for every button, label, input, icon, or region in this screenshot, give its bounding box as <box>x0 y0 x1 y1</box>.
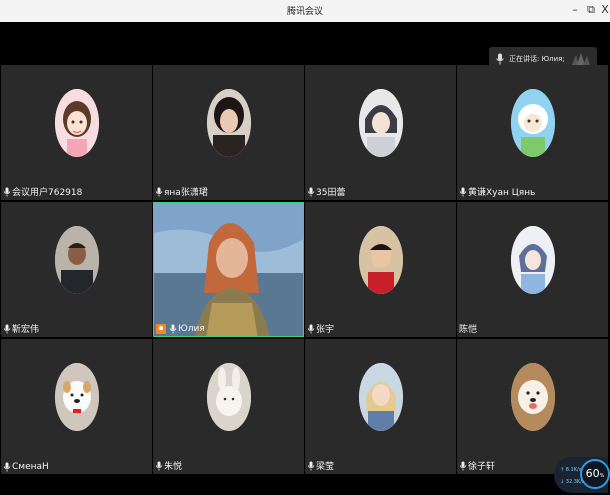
microphone-icon <box>155 461 163 470</box>
close-button[interactable]: X <box>598 3 610 17</box>
participant-grid: 会议用户762918 яна张潇珺 35田蕾 黄谦Хуан Цянь 靳宏伟 Ю… <box>1 65 609 474</box>
participant-tile[interactable]: 会议用户762918 <box>1 65 152 200</box>
minimize-button[interactable]: – <box>568 3 582 17</box>
network-percent: 60 <box>585 467 600 480</box>
participant-tile[interactable]: 靳宏伟 <box>1 202 152 337</box>
boy-photo-avatar <box>358 226 403 294</box>
participant-name: 朱悦 <box>164 462 183 472</box>
participant-name: СменаН <box>12 462 49 472</box>
participant-tile[interactable]: 35田蕾 <box>305 65 456 200</box>
participant-tile-active[interactable]: Юлия <box>153 202 304 337</box>
participant-tile[interactable]: 朱悦 <box>153 339 304 474</box>
participant-tile[interactable]: 张宇 <box>305 202 456 337</box>
microphone-icon <box>3 462 11 472</box>
participant-tile[interactable]: СменаН <box>1 339 152 474</box>
window-title: 腾讯会议 <box>286 7 323 17</box>
woman-photo-avatar <box>206 89 251 157</box>
participant-tile[interactable]: яна张潇珺 <box>153 65 304 200</box>
girl-photo-avatar <box>358 363 403 431</box>
participant-name-row: 梁莹 <box>307 459 334 472</box>
microphone-icon <box>459 461 467 470</box>
participant-name-row: 陈恺 <box>459 322 477 335</box>
network-gauge: 60% <box>580 459 610 489</box>
participant-name-row: 朱悦 <box>155 459 182 472</box>
participant-name: 35田蕾 <box>316 188 346 198</box>
participant-tile[interactable]: 陈恺 <box>457 202 608 337</box>
network-percent-unit: % <box>599 473 605 479</box>
participant-tile[interactable]: 徐子轩 <box>457 339 608 474</box>
network-status-widget[interactable]: ↑ 8.1K/s ↓ 32.3K/s 60% <box>554 457 610 493</box>
participant-name-row: 会议用户762918 <box>3 185 82 198</box>
speaking-text: 正在讲话: Юлия; <box>509 55 565 63</box>
anime-character-avatar <box>510 226 555 294</box>
samoyed-dog-avatar <box>510 363 555 431</box>
participant-name: 黄谦Хуан Цянь <box>468 188 536 198</box>
microphone-icon <box>3 187 11 196</box>
microphone-icon <box>459 187 467 196</box>
upload-speed: ↑ 8.1K/s <box>560 467 582 473</box>
participant-name: 陈恺 <box>459 325 478 335</box>
participant-name-row: 35田蕾 <box>307 185 345 198</box>
dog-plush-avatar <box>54 363 99 431</box>
microphone-icon <box>307 324 315 333</box>
anime-boy-avatar <box>358 89 403 157</box>
participant-name: 靳宏伟 <box>12 325 40 335</box>
cartoon-girl-avatar <box>54 89 99 157</box>
participant-name: 徐子轩 <box>468 462 496 472</box>
microphone-icon <box>3 324 11 333</box>
maximize-button[interactable]: ⧉ <box>584 3 598 17</box>
microphone-icon <box>307 461 315 470</box>
participant-name-row: 张宇 <box>307 322 334 335</box>
participant-name-row: 靳宏伟 <box>3 322 39 335</box>
audio-wave-icon <box>572 53 590 65</box>
bunny-plush-avatar <box>206 363 251 431</box>
man-photo-avatar <box>54 226 99 294</box>
microphone-icon <box>496 53 504 65</box>
participant-name: яна张潇珺 <box>164 188 208 198</box>
microphone-icon <box>307 187 315 196</box>
participant-name: 梁莹 <box>316 462 335 472</box>
participant-name-row: Юлия <box>156 324 205 334</box>
video-feed <box>154 203 303 336</box>
participant-tile[interactable]: 黄谦Хуан Цянь <box>457 65 608 200</box>
sheep-cartoon-avatar <box>510 89 555 157</box>
participant-name-row: 黄谦Хуан Цянь <box>459 185 535 198</box>
participant-name-row: яна张潇珺 <box>155 185 208 198</box>
participant-name-row: 徐子轩 <box>459 459 495 472</box>
participant-name: 会议用户762918 <box>12 188 83 198</box>
participant-name: 张宇 <box>316 325 335 335</box>
title-bar: 腾讯会议 – ⧉ X <box>0 0 610 22</box>
microphone-icon <box>155 187 163 196</box>
host-badge-icon <box>156 324 166 334</box>
participant-name-row: СменаН <box>3 462 49 472</box>
participant-tile[interactable]: 梁莹 <box>305 339 456 474</box>
participant-name: Юлия <box>178 324 205 334</box>
microphone-icon <box>169 324 177 334</box>
